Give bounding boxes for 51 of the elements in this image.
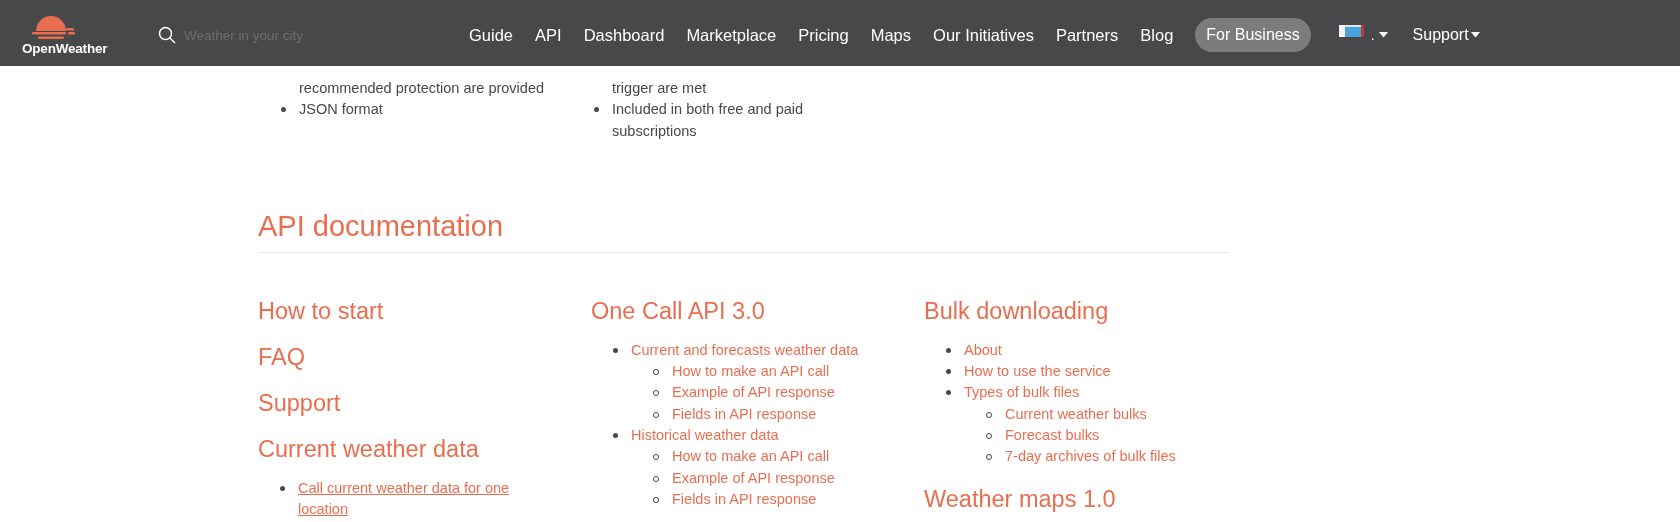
bullet-icon bbox=[946, 347, 951, 353]
search-icon bbox=[158, 26, 176, 44]
feature-text: recommended protection are provided bbox=[299, 79, 546, 98]
doc-link[interactable]: Current and forecasts weather data bbox=[631, 339, 859, 362]
doc-link[interactable]: Fields in API response bbox=[672, 488, 817, 511]
nav-link[interactable]: Dashboard bbox=[583, 25, 665, 45]
business-button[interactable]: For Business bbox=[1195, 18, 1311, 52]
flag-icon bbox=[1338, 25, 1367, 37]
logo-icon bbox=[30, 14, 76, 40]
doc-link[interactable]: How to make an API call bbox=[672, 446, 830, 468]
caret-icon bbox=[1378, 32, 1388, 38]
doc-link[interactable]: How to use the service bbox=[964, 361, 1111, 383]
doc-link[interactable]: Current weather bulks bbox=[1005, 403, 1147, 426]
doc-link[interactable]: Historical weather data bbox=[631, 425, 779, 447]
doc-link[interactable]: Example of API response bbox=[672, 467, 835, 489]
doc-heading-link[interactable]: Weather maps 1.0 bbox=[924, 485, 1228, 513]
feature-text: JSON format bbox=[299, 100, 384, 120]
doc-heading-link[interactable]: How to start bbox=[258, 297, 591, 325]
logo-text: OpenWeather bbox=[22, 41, 108, 56]
nav-link[interactable]: Marketplace bbox=[686, 25, 777, 45]
doc-heading-link[interactable]: FAQ bbox=[258, 343, 591, 371]
doc-link[interactable]: Example of API response bbox=[672, 382, 835, 404]
doc-heading-link[interactable]: Bulk downloading bbox=[924, 297, 1228, 325]
nav-link[interactable]: Partners bbox=[1055, 25, 1119, 45]
nav-link[interactable]: Pricing bbox=[798, 25, 849, 45]
doc-link[interactable]: How to make an API call bbox=[672, 361, 830, 383]
nav-link[interactable]: Guide bbox=[469, 25, 514, 45]
support-menu[interactable]: Support bbox=[1412, 26, 1469, 44]
caret-icon bbox=[1470, 32, 1480, 38]
language-text[interactable]: . bbox=[1370, 27, 1375, 43]
nav-link[interactable]: Maps bbox=[870, 25, 912, 45]
bullet-icon bbox=[613, 433, 618, 439]
nav-link[interactable]: API bbox=[535, 25, 562, 45]
doc-link[interactable]: Call current weather data for one location bbox=[298, 477, 518, 521]
section-heading: API documentation bbox=[258, 209, 1228, 253]
feature-text: Included in both free and paid subscriptions bbox=[612, 100, 805, 141]
doc-link[interactable]: About bbox=[964, 339, 1002, 362]
doc-link[interactable]: Types of bulk files bbox=[964, 382, 1080, 404]
doc-link[interactable]: Forecast bulks bbox=[1005, 425, 1100, 447]
bullet-icon bbox=[946, 390, 951, 396]
doc-link[interactable]: Fields in API response bbox=[672, 403, 817, 426]
doc-link[interactable]: 7-day archives of bulk files bbox=[1005, 446, 1176, 468]
feature-text: trigger are met bbox=[612, 79, 708, 98]
doc-heading-link[interactable]: Support bbox=[258, 389, 591, 417]
nav-link[interactable]: Blog bbox=[1140, 25, 1174, 45]
doc-heading-link[interactable]: One Call API 3.0 bbox=[591, 297, 924, 325]
bullet-icon bbox=[613, 347, 618, 353]
bullet-icon bbox=[280, 485, 285, 491]
bullet-icon bbox=[946, 369, 951, 375]
doc-heading-link[interactable]: Current weather data bbox=[258, 435, 591, 463]
nav-link[interactable]: Our Initiatives bbox=[933, 25, 1034, 45]
